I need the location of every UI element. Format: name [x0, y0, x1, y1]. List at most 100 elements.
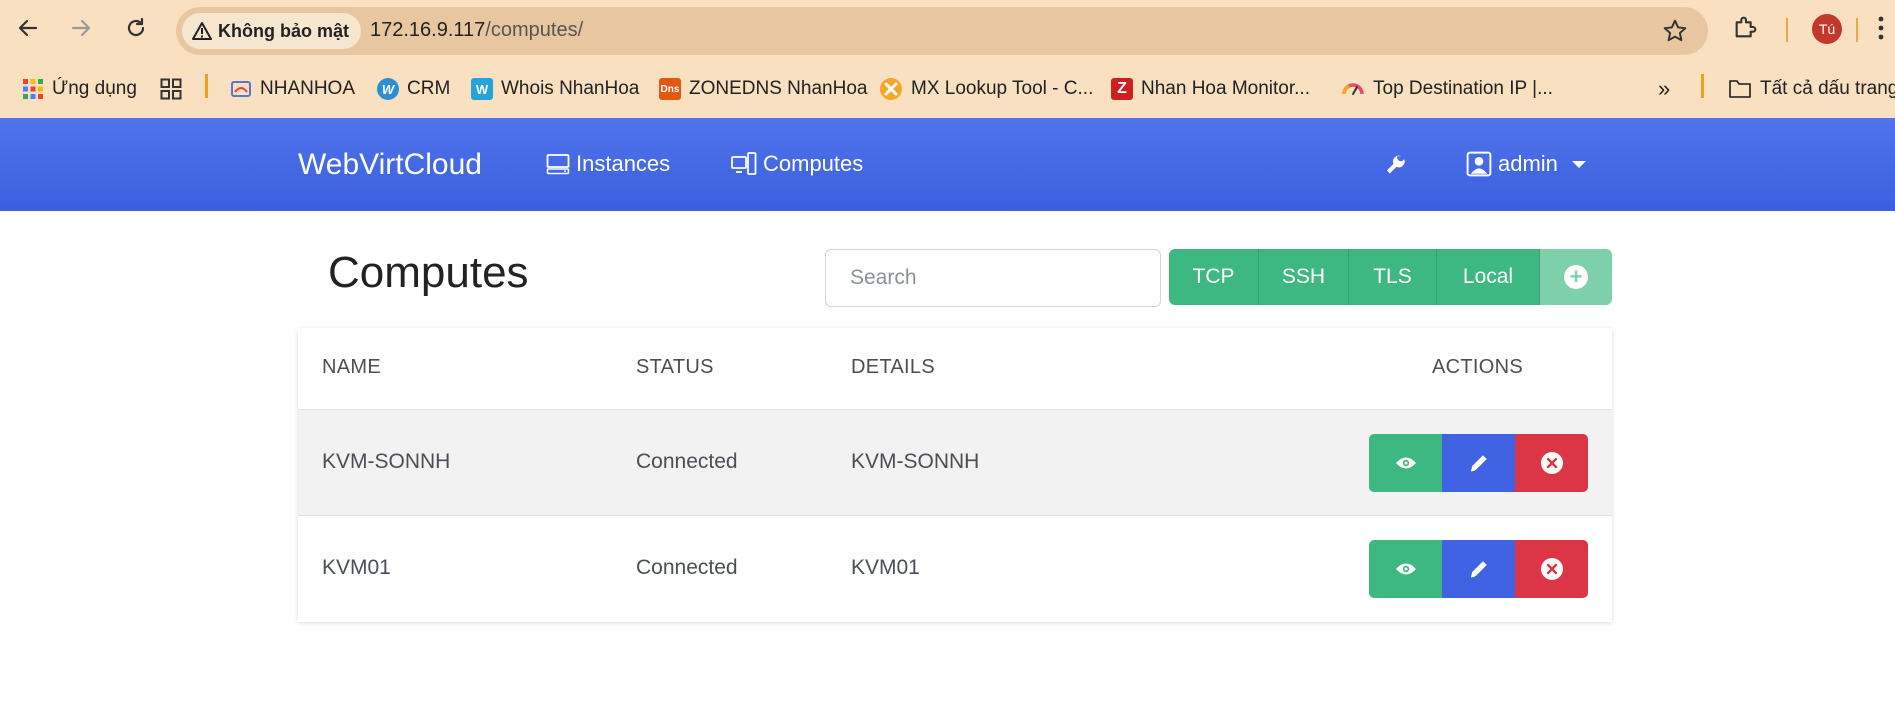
- search-input[interactable]: [825, 249, 1161, 307]
- bookmark-mx-lookup[interactable]: MX Lookup Tool - C...: [879, 74, 1093, 104]
- table-row: KVM-SONNH Connected KVM-SONNH: [298, 409, 1612, 515]
- computes-icon: [731, 152, 757, 175]
- bookmark-label: Whois NhanHoa: [501, 78, 640, 99]
- column-header-actions: ACTIONS: [1432, 356, 1523, 378]
- delete-button[interactable]: [1515, 540, 1588, 598]
- edit-button[interactable]: [1442, 434, 1515, 492]
- grid-icon: [160, 78, 182, 100]
- extensions-button[interactable]: [1732, 13, 1760, 46]
- warning-icon: [192, 22, 212, 40]
- all-bookmarks-button[interactable]: Tất cả dấu trang: [1728, 74, 1895, 104]
- profile-avatar[interactable]: Tú: [1812, 14, 1842, 44]
- star-icon: [1663, 19, 1687, 42]
- back-button[interactable]: [13, 13, 43, 43]
- url-text: 172.16.9.117/computes/: [370, 19, 583, 42]
- bookmark-whois[interactable]: W Whois NhanHoa: [471, 74, 639, 104]
- bookmark-label: ZONEDNS NhanHoa: [689, 78, 868, 99]
- chevron-down-icon: [1571, 160, 1586, 168]
- reload-icon: [127, 17, 145, 37]
- nav-instances-label: Instances: [576, 151, 671, 176]
- app-navbar: WebVirtCloud Instances Computes admin: [0, 118, 1895, 211]
- bookmark-label: Nhan Hoa Monitor...: [1141, 78, 1310, 99]
- delete-button[interactable]: [1515, 434, 1588, 492]
- security-chip[interactable]: Không bảo mật: [182, 13, 361, 49]
- forward-arrow-icon: [71, 19, 91, 37]
- forward-button[interactable]: [66, 13, 96, 43]
- pencil-icon: [1470, 561, 1487, 578]
- tls-button[interactable]: TLS: [1349, 249, 1437, 305]
- bookmark-nhanhoa[interactable]: NHANHOA: [230, 74, 355, 104]
- view-button[interactable]: [1369, 540, 1442, 598]
- settings-button[interactable]: [1382, 152, 1408, 183]
- bookmark-divider: [1701, 74, 1704, 98]
- reload-button[interactable]: [121, 13, 151, 43]
- back-arrow-icon: [18, 19, 38, 37]
- bookmark-label: Tất cả dấu trang: [1760, 78, 1895, 99]
- pencil-icon: [1470, 455, 1487, 472]
- bookmark-label: MX Lookup Tool - C...: [911, 78, 1094, 99]
- bookmarks-overflow-button[interactable]: »: [1658, 74, 1670, 104]
- bookmark-top-destination[interactable]: Top Destination IP |...: [1341, 74, 1553, 104]
- ssh-button[interactable]: SSH: [1259, 249, 1349, 305]
- column-header-name: NAME: [322, 356, 381, 378]
- bookmark-label: NHANHOA: [260, 78, 356, 99]
- close-circle-icon: [1540, 452, 1563, 474]
- nav-computes-label: Computes: [763, 151, 864, 176]
- browser-toolbar: Không bảo mật 172.16.9.117/computes/ Tú: [0, 0, 1895, 62]
- eye-icon: [1395, 457, 1416, 469]
- row-actions: [1369, 434, 1588, 492]
- url-path: /computes/: [485, 19, 584, 41]
- toolbar-divider: [1786, 18, 1788, 42]
- plus-icon: +: [1564, 265, 1588, 289]
- mx-logo-icon: [880, 78, 902, 100]
- user-menu[interactable]: admin: [1466, 151, 1586, 177]
- browser-menu-button[interactable]: [1876, 13, 1886, 48]
- security-label: Không bảo mật: [218, 20, 349, 41]
- user-icon: [1466, 151, 1492, 177]
- bookmark-star-button[interactable]: [1662, 18, 1688, 49]
- bookmark-divider: [205, 74, 208, 98]
- user-name: admin: [1498, 151, 1558, 176]
- column-header-status: STATUS: [636, 356, 714, 378]
- view-button[interactable]: [1369, 434, 1442, 492]
- tcp-button[interactable]: TCP: [1169, 249, 1259, 305]
- page-title: Computes: [328, 248, 529, 297]
- compute-name: KVM-SONNH: [322, 450, 451, 473]
- bookmark-label: CRM: [407, 78, 451, 99]
- bookmarks-bar: Ứng dụng NHANHOA W CRM W Whois NhanHoa D…: [0, 62, 1895, 118]
- address-bar[interactable]: Không bảo mật 172.16.9.117/computes/: [176, 7, 1708, 55]
- folder-icon: [1729, 80, 1751, 98]
- close-circle-icon: [1540, 558, 1563, 580]
- bookmark-zonedns[interactable]: Dns ZONEDNS NhanHoa: [659, 74, 867, 104]
- wrench-icon: [1386, 155, 1405, 174]
- url-host: 172.16.9.117: [370, 19, 486, 41]
- nav-instances[interactable]: Instances: [546, 151, 670, 177]
- nav-computes[interactable]: Computes: [731, 151, 863, 177]
- tab-groups-button[interactable]: [160, 74, 182, 104]
- eye-icon: [1395, 563, 1416, 575]
- row-actions: [1369, 540, 1588, 598]
- bookmark-apps[interactable]: Ứng dụng: [22, 74, 137, 104]
- bookmark-crm[interactable]: W CRM: [377, 74, 450, 104]
- compute-name: KVM01: [322, 556, 391, 579]
- bookmark-label: Top Destination IP |...: [1373, 78, 1553, 99]
- compute-details: KVM01: [851, 556, 920, 579]
- apps-grid-icon: [23, 79, 43, 99]
- compute-status: Connected: [636, 556, 738, 579]
- bookmark-label: Ứng dụng: [52, 78, 137, 99]
- gauge-icon: [1342, 83, 1364, 95]
- whois-logo-icon: W: [471, 78, 493, 100]
- brand-logo[interactable]: WebVirtCloud: [298, 148, 482, 182]
- wordpress-icon: W: [377, 78, 399, 100]
- column-header-details: DETAILS: [851, 356, 935, 378]
- connection-type-buttons: TCP SSH TLS Local +: [1169, 249, 1612, 305]
- computes-table: NAME STATUS DETAILS ACTIONS KVM-SONNH Co…: [298, 328, 1612, 622]
- add-compute-button[interactable]: +: [1540, 249, 1612, 305]
- bookmark-monitor[interactable]: Z Nhan Hoa Monitor...: [1111, 74, 1310, 104]
- nhanhoa-logo-icon: [231, 81, 251, 97]
- local-button[interactable]: Local: [1437, 249, 1540, 305]
- edit-button[interactable]: [1442, 540, 1515, 598]
- table-row: KVM01 Connected KVM01: [298, 515, 1612, 621]
- compute-status: Connected: [636, 450, 738, 473]
- server-icon: [546, 154, 570, 175]
